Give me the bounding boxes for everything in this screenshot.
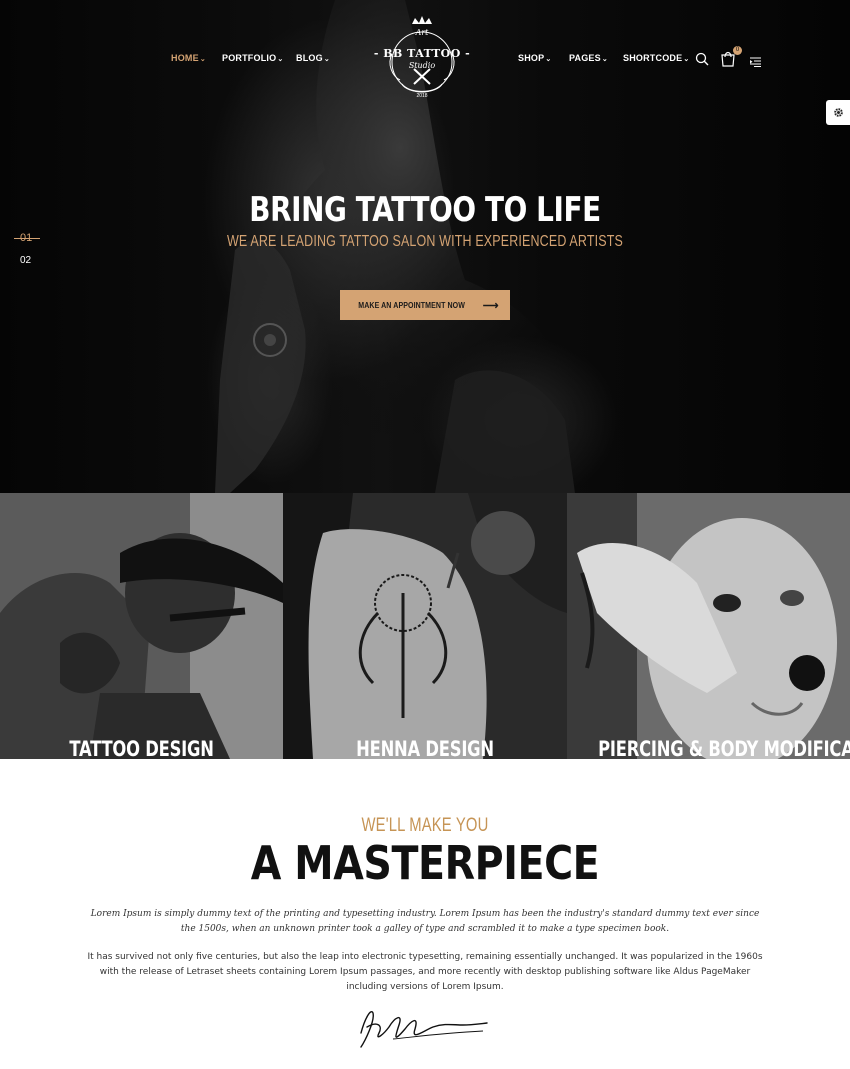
about-paragraph-2: It has survived not only five centuries,…	[87, 952, 763, 992]
hero-title: BRING TATTOO TO LIFE	[249, 190, 601, 230]
nav-item-blog[interactable]: BLOG⌄	[296, 53, 330, 63]
nav-item-shop[interactable]: SHOP⌄	[518, 53, 551, 63]
services-grid: TATTOO DESIGN HENNA DESIGN PIERCING & BO…	[0, 493, 850, 759]
nav-item-pages[interactable]: PAGES⌄	[569, 53, 608, 63]
service-card-tattoo[interactable]: TATTOO DESIGN	[0, 493, 283, 759]
main-navigation: HOME⌄ PORTFOLIO⌄ BLOG⌄ Art - BB TATTOO -…	[0, 0, 850, 110]
service-title-henna: HENNA DESIGN	[356, 737, 494, 759]
appointment-button[interactable]: MAKE AN APPOINTMENT NOW ⟶	[340, 290, 510, 320]
menu-icon[interactable]	[750, 54, 761, 72]
search-icon[interactable]	[695, 52, 709, 71]
hero-subtitle: WE ARE LEADING TATTOO SALON WITH EXPERIE…	[227, 233, 623, 250]
nav-item-home[interactable]: HOME⌄	[171, 53, 206, 63]
tattoo-design-image	[0, 493, 283, 759]
service-title-tattoo: TATTOO DESIGN	[69, 737, 214, 759]
piercing-image	[567, 493, 850, 759]
logo-year: 2018	[416, 93, 428, 99]
slide-dot-1[interactable]: 01	[20, 232, 32, 244]
service-title-piercing: PIERCING & BODY MODIFICATON	[598, 737, 850, 759]
hero-slider: HOME⌄ PORTFOLIO⌄ BLOG⌄ Art - BB TATTOO -…	[0, 0, 850, 493]
about-kicker: WE'LL MAKE YOU	[361, 815, 489, 836]
slide-dot-2[interactable]: 02	[20, 255, 31, 266]
service-card-piercing[interactable]: PIERCING & BODY MODIFICATON	[567, 493, 850, 759]
about-paragraph-1: Lorem Ipsum is simply dummy text of the …	[90, 909, 760, 934]
logo-sub-text: Studio	[408, 61, 436, 70]
settings-panel-toggle[interactable]	[826, 100, 850, 125]
gear-icon	[833, 108, 843, 117]
cart-count-badge: 0	[733, 46, 742, 55]
nav-item-shortcode[interactable]: SHORTCODE⌄	[623, 53, 689, 63]
logo-main-text: - BB TATTOO -	[373, 47, 471, 60]
service-card-henna[interactable]: HENNA DESIGN	[283, 493, 567, 759]
logo-top-text: Art	[415, 28, 429, 37]
nav-item-portfolio[interactable]: PORTFOLIO⌄	[222, 53, 283, 63]
henna-design-image	[283, 493, 567, 759]
about-title: A MASTERPIECE	[250, 836, 600, 890]
appointment-button-label: MAKE AN APPOINTMENT NOW	[358, 300, 466, 310]
site-logo[interactable]: Art - BB TATTOO - Studio 2018	[362, 14, 482, 104]
signature-image	[360, 1011, 488, 1048]
arrow-right-icon: ⟶	[482, 299, 499, 312]
